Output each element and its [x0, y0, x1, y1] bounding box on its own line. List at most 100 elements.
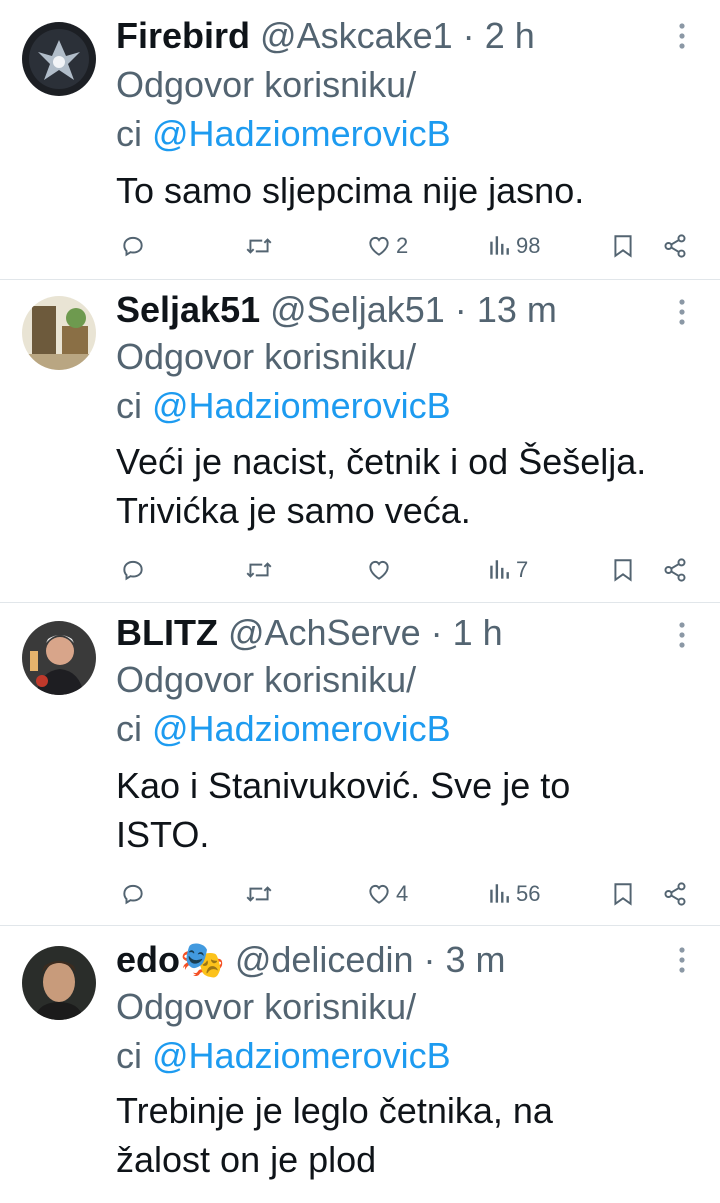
reply-mention-link[interactable]: @HadziomerovicB: [152, 1035, 451, 1076]
more-icon[interactable]: [672, 615, 692, 655]
action-bar: 2 98: [0, 226, 720, 266]
display-name[interactable]: edo🎭: [116, 939, 225, 980]
action-bar: 7: [0, 550, 720, 590]
avatar[interactable]: [22, 946, 96, 1020]
retweet-button[interactable]: [240, 226, 274, 266]
reply-prefix: Odgovor korisniku/: [116, 986, 417, 1027]
like-icon: [366, 557, 392, 583]
tweet-text-line: Trebinje je leglo četnika, na: [116, 1090, 553, 1131]
reply-prefix-2: ci: [116, 385, 152, 426]
views-button[interactable]: 7: [484, 550, 528, 590]
bookmark-button[interactable]: [608, 226, 634, 266]
view-count: 7: [516, 557, 529, 582]
share-icon: [662, 881, 688, 907]
like-button[interactable]: 2: [362, 226, 408, 266]
avatar[interactable]: [22, 621, 96, 695]
more-icon[interactable]: [672, 16, 692, 56]
avatar[interactable]: [22, 22, 96, 96]
tweet-text-line: ISTO.: [116, 814, 210, 855]
tweet-text: Kao i Stanivuković. Sve je to ISTO.: [116, 761, 570, 859]
reply-mention-link[interactable]: @HadziomerovicB: [152, 113, 451, 154]
tweet-2[interactable]: Seljak51 @Seljak51 · 13 m Odgovor korisn…: [0, 280, 720, 603]
tweet-text-line: Kao i Stanivuković. Sve je to: [116, 765, 571, 806]
like-button[interactable]: 4: [362, 874, 408, 914]
timestamp[interactable]: 1 h: [453, 612, 503, 653]
retweet-icon: [244, 881, 274, 907]
user-handle[interactable]: @Seljak51: [270, 289, 445, 330]
share-button[interactable]: [658, 550, 688, 590]
views-icon: [488, 881, 512, 907]
tweet-header: edo🎭 @delicedin · 3 m: [116, 936, 506, 984]
views-icon: [488, 233, 512, 259]
share-icon: [662, 557, 688, 583]
separator-dot: ·: [423, 939, 436, 980]
reply-prefix-2: ci: [116, 113, 152, 154]
tweet-1[interactable]: Firebird @Askcake1 · 2 h Odgovor korisni…: [0, 0, 720, 280]
separator-dot: ·: [430, 612, 443, 653]
bookmark-icon: [612, 881, 634, 907]
bookmark-icon: [612, 557, 634, 583]
timestamp[interactable]: 3 m: [446, 939, 506, 980]
views-icon: [488, 557, 512, 583]
reply-prefix: Odgovor korisniku/: [116, 659, 417, 700]
timestamp[interactable]: 13 m: [477, 289, 557, 330]
reply-button[interactable]: [116, 550, 146, 590]
share-icon: [662, 233, 688, 259]
avatar[interactable]: [22, 296, 96, 370]
like-icon: [366, 881, 392, 907]
reply-context: Odgovor korisniku/ ci @HadziomerovicB: [116, 332, 451, 430]
reply-icon: [120, 557, 146, 583]
reply-icon: [120, 233, 146, 259]
reply-prefix: Odgovor korisniku/: [116, 64, 417, 105]
display-name[interactable]: Seljak51: [116, 289, 260, 330]
display-name[interactable]: Firebird: [116, 15, 250, 56]
retweet-button[interactable]: [240, 550, 274, 590]
tweet-4[interactable]: edo🎭 @delicedin · 3 m Odgovor korisniku/…: [0, 926, 720, 1203]
tweet-text-line: Veći je nacist, četnik i od Šešelja.: [116, 441, 647, 482]
tweet-3[interactable]: BLITZ @AchServe · 1 h Odgovor korisniku/…: [0, 603, 720, 926]
tweet-text-line: Trivićka je samo veća.: [116, 490, 471, 531]
user-handle[interactable]: @Askcake1: [260, 15, 453, 56]
timestamp[interactable]: 2 h: [485, 15, 535, 56]
reply-context: Odgovor korisniku/ ci @HadziomerovicB: [116, 982, 451, 1080]
reply-button[interactable]: [116, 226, 146, 266]
reply-prefix-2: ci: [116, 1035, 152, 1076]
retweet-button[interactable]: [240, 874, 274, 914]
share-button[interactable]: [658, 874, 688, 914]
retweet-icon: [244, 557, 274, 583]
tweet-header: Firebird @Askcake1 · 2 h: [116, 12, 535, 60]
like-icon: [366, 233, 392, 259]
bookmark-button[interactable]: [608, 550, 634, 590]
reply-icon: [120, 881, 146, 907]
view-count: 98: [516, 233, 541, 258]
more-icon[interactable]: [672, 292, 692, 332]
reply-mention-link[interactable]: @HadziomerovicB: [152, 708, 451, 749]
reply-prefix: Odgovor korisniku/: [116, 336, 417, 377]
reply-mention-link[interactable]: @HadziomerovicB: [152, 385, 451, 426]
reply-prefix-2: ci: [116, 708, 152, 749]
user-handle[interactable]: @AchServe: [228, 612, 421, 653]
views-button[interactable]: 56: [484, 874, 540, 914]
like-count: 4: [396, 881, 409, 906]
tweet-text: Trebinje je leglo četnika, na žalost on …: [116, 1086, 553, 1184]
like-button[interactable]: [362, 550, 396, 590]
tweet-header: Seljak51 @Seljak51 · 13 m: [116, 286, 557, 334]
share-button[interactable]: [658, 226, 688, 266]
separator-dot: ·: [462, 15, 475, 56]
bookmark-icon: [612, 233, 634, 259]
separator-dot: ·: [454, 289, 467, 330]
tweet-text-line: To samo sljepcima nije jasno.: [116, 170, 585, 211]
more-icon[interactable]: [672, 940, 692, 980]
bookmark-button[interactable]: [608, 874, 634, 914]
display-name[interactable]: BLITZ: [116, 612, 218, 653]
reply-context: Odgovor korisniku/ ci @HadziomerovicB: [116, 60, 451, 158]
action-bar: 4 56: [0, 874, 720, 914]
tweet-text-line: žalost on je plod: [116, 1139, 377, 1180]
tweet-text: Veći je nacist, četnik i od Šešelja. Tri…: [116, 437, 646, 535]
retweet-icon: [244, 233, 274, 259]
user-handle[interactable]: @delicedin: [235, 939, 414, 980]
like-count: 2: [396, 233, 409, 258]
reply-button[interactable]: [116, 874, 146, 914]
views-button[interactable]: 98: [484, 226, 540, 266]
tweet-text: To samo sljepcima nije jasno.: [116, 166, 584, 215]
